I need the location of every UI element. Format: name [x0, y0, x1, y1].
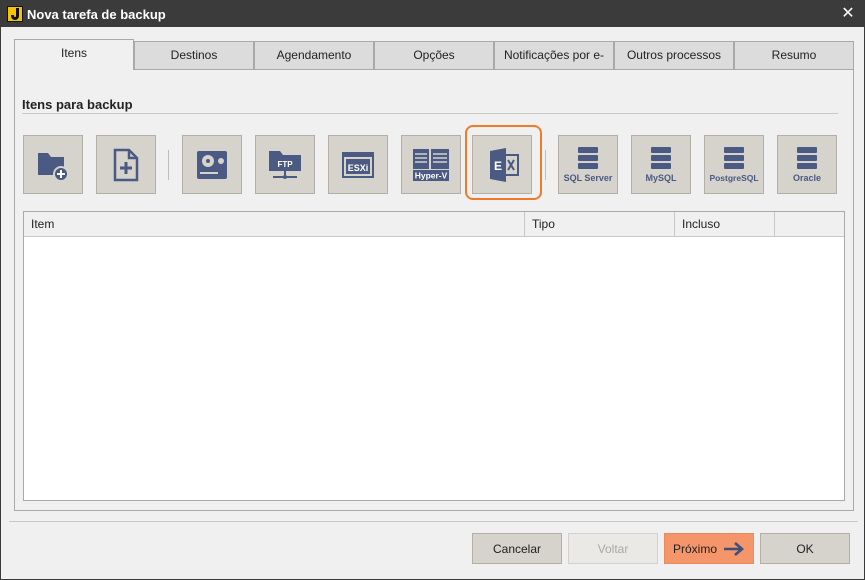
svg-text:MySQL: MySQL: [645, 173, 677, 183]
folder-add-icon: [38, 152, 69, 181]
next-button[interactable]: Próximo: [664, 533, 754, 564]
footer-divider: [9, 521, 858, 522]
disk-button[interactable]: [182, 135, 242, 194]
close-icon[interactable]: ✕: [838, 4, 858, 24]
svg-text:E: E: [494, 159, 502, 173]
oracle-button[interactable]: Oracle: [777, 135, 837, 194]
ftp-folder-icon: FTP: [269, 150, 301, 179]
add-file-button[interactable]: [96, 135, 156, 194]
toolbar-separator: [168, 150, 169, 180]
table-header: Item Tipo Incluso: [24, 212, 844, 237]
column-header-tipo[interactable]: Tipo: [525, 212, 675, 236]
next-button-label: Próximo: [672, 541, 717, 556]
database-icon: MySQL: [645, 146, 677, 183]
items-table[interactable]: Item Tipo Incluso: [23, 211, 845, 501]
arrow-right-icon: [724, 541, 744, 556]
toolbar-separator: [545, 150, 546, 180]
hyper-v-button[interactable]: Hyper-V: [401, 135, 461, 194]
svg-text:Oracle: Oracle: [793, 173, 821, 183]
svg-text:Hyper-V: Hyper-V: [415, 170, 448, 180]
tab-outros-processos[interactable]: Outros processos: [614, 41, 734, 69]
cancel-button[interactable]: Cancelar: [472, 533, 562, 564]
sql-server-button[interactable]: SQL Server: [558, 135, 618, 194]
svg-text:ESXi: ESXi: [348, 163, 369, 173]
column-header-incluso[interactable]: Incluso: [675, 212, 775, 236]
tab-resumo[interactable]: Resumo: [734, 41, 854, 69]
mysql-button[interactable]: MySQL: [631, 135, 691, 194]
app-logo-icon: [7, 6, 23, 22]
tab-notificacoes[interactable]: Notificações por e-mail: [494, 41, 614, 88]
disk-icon: [197, 150, 227, 179]
esxi-button[interactable]: ESXi: [328, 135, 388, 194]
tab-agendamento[interactable]: Agendamento: [254, 41, 374, 69]
hyper-v-icon: Hyper-V: [413, 148, 449, 181]
esxi-icon: ESXi: [342, 151, 374, 178]
column-header-item[interactable]: Item: [24, 212, 525, 236]
table-body[interactable]: [24, 237, 844, 499]
svg-text:PostgreSQL: PostgreSQL: [709, 173, 758, 183]
database-icon: SQL Server: [564, 146, 613, 183]
tab-panel-itens: Itens para backup FTP ESXi Hyper-V E SQL…: [14, 69, 854, 511]
database-icon: Oracle: [793, 146, 821, 183]
window-title: Nova tarefa de backup: [27, 6, 166, 22]
tab-itens[interactable]: Itens: [14, 39, 134, 70]
database-icon: PostgreSQL: [709, 146, 759, 183]
svg-text:SQL Server: SQL Server: [564, 173, 613, 183]
backup-task-window: Nova tarefa de backup ✕ Itens Destinos A…: [0, 0, 865, 580]
ok-button[interactable]: OK: [760, 533, 850, 564]
tab-destinos[interactable]: Destinos: [134, 41, 254, 69]
section-divider: [22, 113, 838, 114]
ftp-button[interactable]: FTP: [255, 135, 315, 194]
section-title: Itens para backup: [22, 97, 133, 112]
file-add-icon: [113, 148, 139, 181]
back-button[interactable]: Voltar: [568, 533, 658, 564]
add-folder-button[interactable]: [23, 135, 83, 194]
exchange-icon: E: [490, 147, 519, 182]
column-header-extra[interactable]: [775, 212, 844, 236]
exchange-button[interactable]: E: [472, 135, 532, 194]
postgresql-button[interactable]: PostgreSQL: [704, 135, 764, 194]
tab-opcoes[interactable]: Opções: [374, 41, 494, 69]
title-bar[interactable]: Nova tarefa de backup ✕: [1, 1, 864, 27]
svg-text:FTP: FTP: [277, 160, 293, 169]
tab-strip: Itens Destinos Agendamento Opções Notifi…: [14, 39, 854, 88]
